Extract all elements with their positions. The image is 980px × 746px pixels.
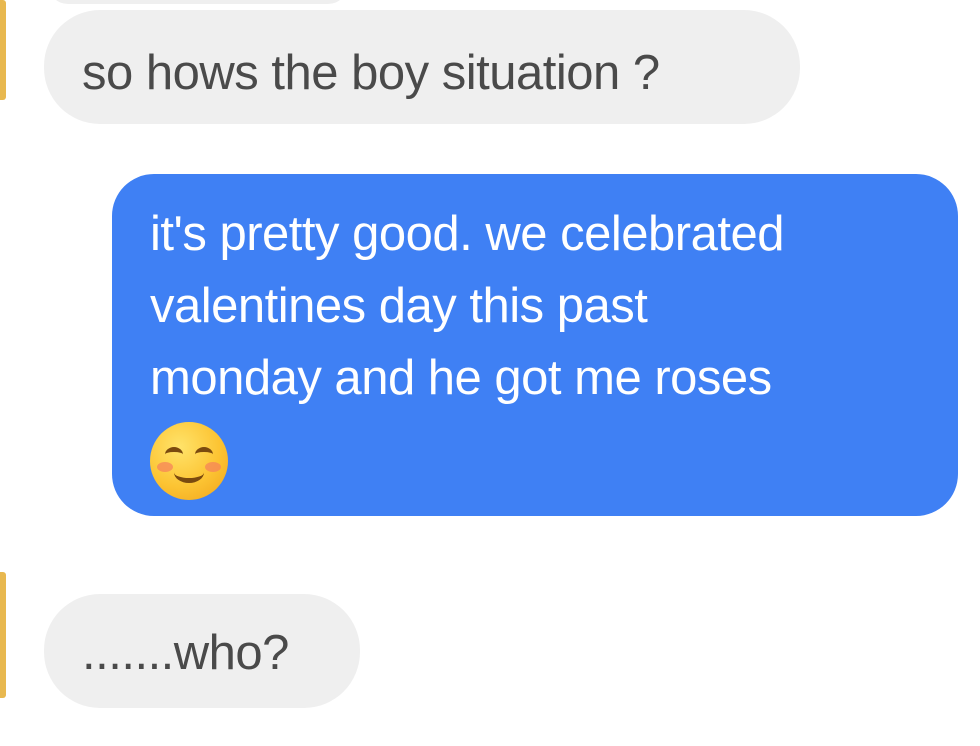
contact-avatar-edge[interactable] [0,0,6,100]
previous-message-bubble-edge [48,0,348,4]
message-text: .......who? [82,626,289,680]
smiling-face-emoji-icon [150,422,228,500]
contact-avatar-edge[interactable] [0,572,6,698]
message-text: so hows the boy situation ? [82,46,660,100]
message-text-line: it's pretty good. we celebrated [150,207,784,261]
chat-thread: so hows the boy situation ? it's pretty … [0,0,980,746]
received-message-bubble[interactable]: so hows the boy situation ? [44,10,800,124]
sent-message-bubble[interactable]: it's pretty good. we celebrated valentin… [112,174,958,516]
message-text-line: valentines day this past [150,279,648,333]
message-text-line: monday and he got me roses [150,351,772,405]
received-message-bubble[interactable]: .......who? [44,594,360,708]
